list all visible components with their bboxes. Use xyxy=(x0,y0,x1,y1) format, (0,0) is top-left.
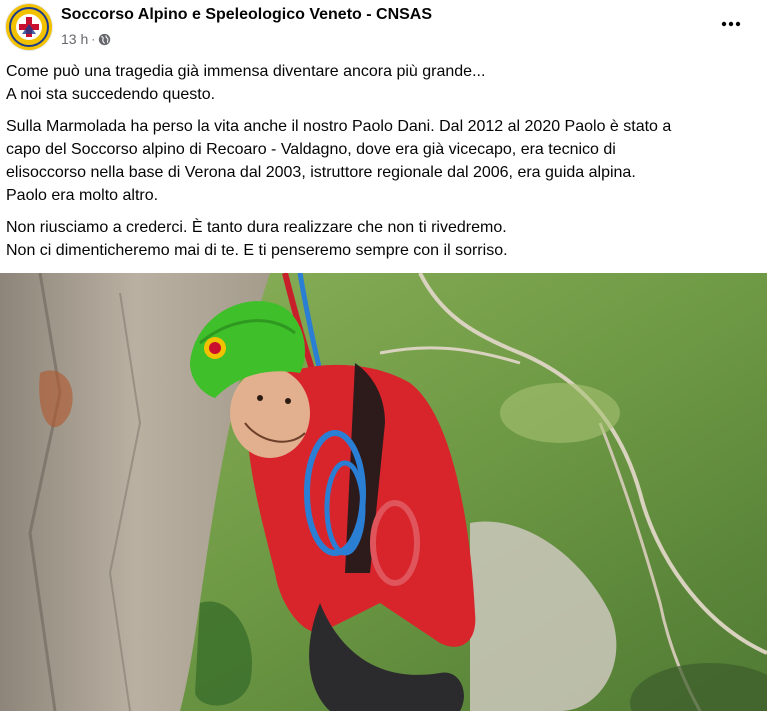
post-paragraph-3: Non riusciamo a crederci. È tanto dura r… xyxy=(6,216,756,262)
text-line: Come può una tragedia già immensa divent… xyxy=(6,63,486,80)
post-timestamp[interactable]: 13 h xyxy=(61,31,88,47)
facebook-post: Soccorso Alpino e Speleologico Veneto - … xyxy=(0,0,767,711)
page-avatar[interactable] xyxy=(6,4,52,50)
more-options-button[interactable] xyxy=(715,8,747,40)
post-paragraph-2: Sulla Marmolada ha perso la vita anche i… xyxy=(6,115,756,207)
text-line: A noi sta succedendo questo. xyxy=(6,86,216,103)
text-line: Sulla Marmolada ha perso la vita anche i… xyxy=(6,118,672,135)
post-meta: 13 h · xyxy=(61,30,111,48)
post-message: Come può una tragedia già immensa divent… xyxy=(6,60,756,271)
post-paragraph-1: Come può una tragedia già immensa divent… xyxy=(6,60,756,106)
text-line: Non ci dimenticheremo mai di te. E ti pe… xyxy=(6,242,508,259)
cnsas-logo xyxy=(6,4,52,50)
text-line: Non riusciamo a crederci. È tanto dura r… xyxy=(6,219,507,236)
page-name-link[interactable]: Soccorso Alpino e Speleologico Veneto - … xyxy=(61,6,432,24)
text-line: capo del Soccorso alpino di Recoaro - Va… xyxy=(6,141,616,158)
text-line: elisoccorso nella base di Verona dal 200… xyxy=(6,164,636,181)
meta-separator: · xyxy=(91,32,96,46)
climber-photo-illustration xyxy=(0,273,767,711)
globe-icon xyxy=(98,33,111,46)
post-header: Soccorso Alpino e Speleologico Veneto - … xyxy=(0,0,767,56)
more-options-icon xyxy=(721,21,741,27)
text-line: Paolo era molto altro. xyxy=(6,187,159,204)
post-photo[interactable] xyxy=(0,273,767,711)
